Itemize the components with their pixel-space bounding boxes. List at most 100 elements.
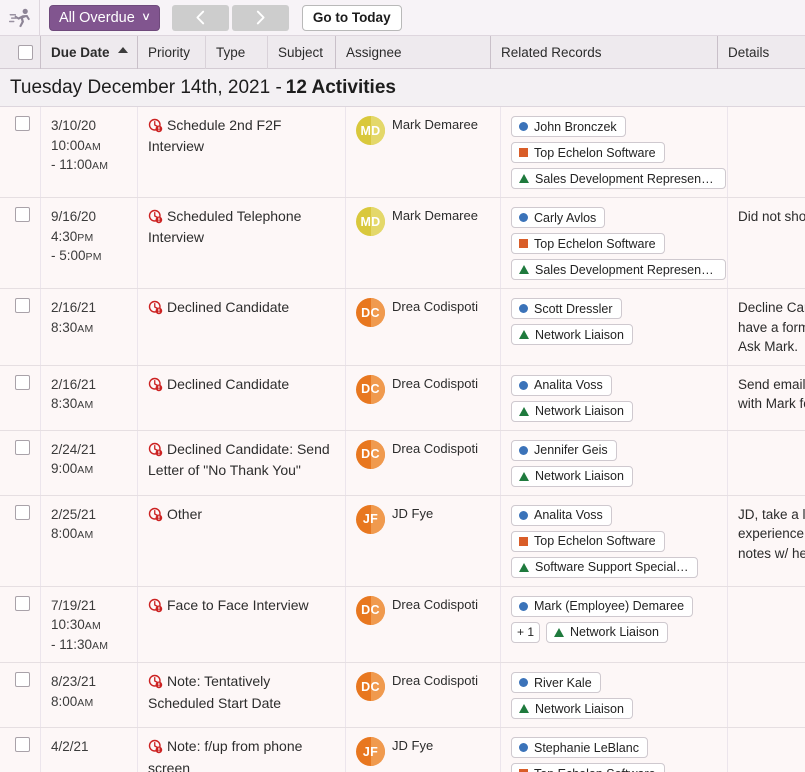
related-record-tag[interactable]: Software Support Special… [511, 556, 698, 578]
related-record-tag[interactable]: Network Liaison [511, 324, 633, 345]
assignee-name: Drea Codispoti [392, 440, 478, 456]
person-marker-icon [519, 445, 528, 455]
details-line: experience an [738, 526, 805, 542]
row-checkbox[interactable] [14, 116, 30, 131]
row-checkbox[interactable] [14, 439, 30, 455]
related-record-tag[interactable]: Sales Development Represent… [511, 168, 726, 189]
related-record-label: River Kale [534, 675, 592, 690]
job-marker-icon [519, 471, 529, 481]
view-filter-dropdown[interactable]: All Overdue ∨ [49, 4, 160, 31]
column-header-type[interactable]: Type [205, 35, 267, 69]
assignee-cell: JF JD Fye [345, 728, 500, 772]
row-checkbox[interactable] [14, 504, 30, 520]
related-record-tag[interactable]: Jennifer Geis [511, 439, 617, 461]
subject-cell[interactable]: Face to Face Interview [137, 586, 345, 663]
subject-cell[interactable]: Scheduled Telephone Interview [137, 198, 345, 288]
related-record-tag[interactable]: Network Liaison [511, 465, 633, 487]
subject-cell[interactable]: Note: f/up from phone screen [137, 728, 345, 772]
table-row[interactable]: 8/23/21 8:00AM Note: Tentatively Scheduled… [0, 663, 805, 729]
related-record-label: Sales Development Represent… [535, 171, 717, 186]
related-record-tag[interactable]: John Bronczek [511, 116, 626, 137]
row-checkbox[interactable] [14, 374, 30, 390]
job-marker-icon [519, 704, 529, 714]
row-checkbox[interactable] [14, 672, 30, 688]
related-records-tags: Analita Voss Network Liaison [511, 374, 721, 422]
avatar[interactable]: DC [356, 595, 385, 625]
avatar[interactable]: DC [356, 298, 385, 327]
chevron-right-icon [256, 10, 265, 25]
column-label-type: Type [216, 44, 246, 60]
avatar[interactable]: JF [356, 737, 385, 767]
column-label-due-date: Due Date [51, 44, 110, 60]
row-checkbox[interactable] [14, 298, 30, 313]
go-to-today-button[interactable]: Go to Today [301, 4, 402, 31]
column-header-related-records[interactable]: Related Records [490, 35, 717, 69]
avatar[interactable]: JF [356, 504, 385, 534]
related-record-tag[interactable]: Top Echelon Software [511, 530, 665, 552]
avatar[interactable]: MD [356, 207, 385, 236]
related-record-tag[interactable]: Carly Avlos [511, 207, 606, 228]
related-record-tag[interactable]: Analita Voss [511, 504, 612, 526]
avatar[interactable]: DC [356, 439, 385, 469]
details-line: with Mark for [738, 396, 805, 412]
table-row[interactable]: 7/19/21 10:30AM - 11:30AM Face to Face Inte… [0, 586, 805, 664]
avatar[interactable]: DC [356, 672, 385, 702]
subject-cell[interactable]: Other [137, 495, 345, 586]
runner-icon-cell[interactable] [0, 0, 40, 36]
subject-text: Other [167, 505, 203, 522]
subject-cell[interactable]: Declined Candidate [137, 365, 345, 430]
avatar-initials: MD [360, 123, 381, 138]
column-header-due-date[interactable]: Due Date [40, 35, 137, 69]
row-checkbox[interactable] [14, 737, 30, 753]
table-row[interactable]: 9/16/20 4:30PM - 5:00PM Scheduled Telephone… [0, 198, 805, 289]
subject-cell[interactable]: Schedule 2nd F2F Interview [137, 107, 345, 197]
related-record-tag[interactable]: Network Liaison [546, 621, 668, 643]
due-time-end: - 11:00AM [51, 157, 109, 173]
subject-cell[interactable]: Declined Candidate: Send Letter of "No T… [137, 430, 345, 495]
avatar[interactable]: MD [356, 116, 385, 145]
row-checkbox[interactable] [14, 595, 30, 611]
related-records-cell: Stephanie LeBlancTop Echelon SoftwareSof… [500, 728, 727, 772]
related-record-tag[interactable]: Analita Voss [511, 374, 612, 396]
table-row[interactable]: 2/16/21 8:30AM Declined Candidate DC Drea Co… [0, 289, 805, 366]
overdue-clock-icon [148, 598, 163, 617]
details-cell: Decline Cand have a form l Ask Mark. [727, 289, 805, 365]
overdue-clock-icon [148, 442, 163, 461]
related-record-tag[interactable]: Sales Development Represent… [511, 259, 726, 280]
person-marker-icon [519, 380, 528, 390]
related-record-tag[interactable]: Mark (Employee) Demaree [511, 595, 694, 617]
column-header-priority[interactable]: Priority [137, 35, 205, 69]
table-row[interactable]: 2/25/21 8:00AM Other JF JD Fye Analita Voss To… [0, 495, 805, 587]
next-button[interactable] [231, 4, 289, 31]
table-row[interactable]: 2/16/21 8:30AM Declined Candidate DC Drea Co… [0, 365, 805, 431]
column-header-subject[interactable]: Subject [267, 35, 335, 69]
details-line: Did not show [738, 209, 805, 224]
related-record-tag[interactable]: Top Echelon Software [511, 142, 665, 163]
select-all-checkbox[interactable] [17, 44, 33, 60]
subject-cell[interactable]: Declined Candidate [137, 289, 345, 365]
column-header-assignee[interactable]: Assignee [335, 35, 490, 69]
table-row[interactable]: 3/10/20 10:00AM - 11:00AM Schedule 2nd F2F … [0, 107, 805, 198]
related-record-tag[interactable]: Stephanie LeBlanc [511, 737, 648, 759]
avatar[interactable]: DC [356, 374, 385, 404]
related-record-tag[interactable]: Top Echelon Software [511, 763, 665, 772]
column-header-details[interactable]: Details [717, 35, 805, 69]
row-checkbox[interactable] [14, 207, 30, 222]
related-record-tag[interactable]: Network Liaison [511, 400, 633, 422]
due-date-cell: 8/23/21 8:00AM [40, 663, 137, 728]
related-record-tag[interactable]: Scott Dressler [511, 298, 622, 319]
related-record-tag[interactable]: River Kale [511, 672, 601, 694]
related-record-tag[interactable]: Network Liaison [511, 698, 633, 720]
avatar-initials: DC [361, 382, 380, 397]
related-records-cell: Analita Voss Network Liaison [500, 365, 727, 430]
related-record-overflow-count[interactable]: + 1 [511, 621, 541, 643]
due-date-cell: 4/2/21 [40, 728, 137, 772]
due-date-cell: 9/16/20 4:30PM - 5:00PM [40, 198, 137, 288]
previous-button[interactable] [171, 4, 229, 31]
related-record-tag[interactable]: Top Echelon Software [511, 233, 665, 254]
row-select-cell [0, 663, 40, 727]
table-row[interactable]: 2/24/21 9:00AM Declined Candidate: Send Le… [0, 430, 805, 496]
table-row[interactable]: 4/2/21 Note: f/up from phone screen JF JD F… [0, 728, 805, 772]
subject-cell[interactable]: Note: Tentatively Scheduled Start Date [137, 663, 345, 728]
assignee-cell: DC Drea Codispoti [345, 586, 500, 663]
